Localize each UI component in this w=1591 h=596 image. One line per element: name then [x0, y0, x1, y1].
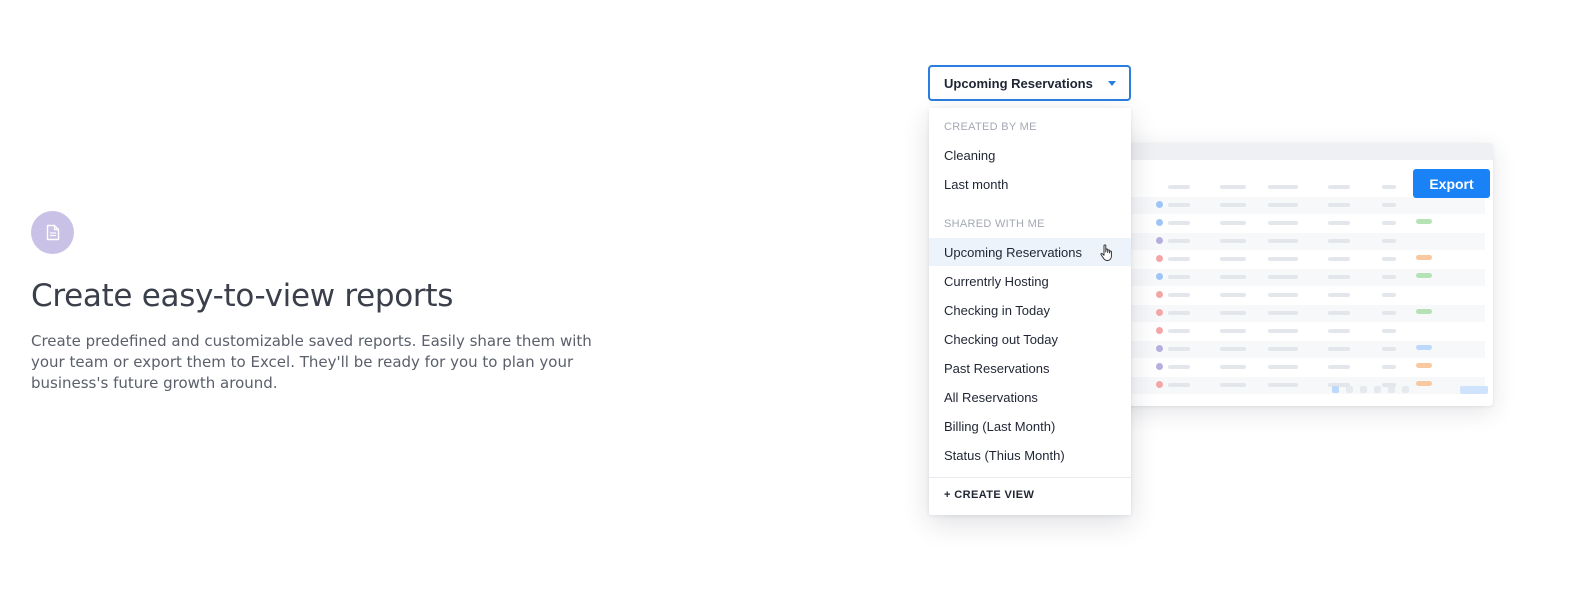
- group-heading-shared-with-me: SHARED WITH ME: [944, 218, 1045, 230]
- caret-down-icon: [1108, 81, 1116, 86]
- view-select[interactable]: Upcoming Reservations: [928, 65, 1131, 101]
- menu-item-last-month[interactable]: Last month: [929, 170, 1131, 198]
- menu-item-checking-in-today[interactable]: Checking in Today: [929, 296, 1131, 324]
- hand-pointer-icon: [1100, 244, 1112, 261]
- view-dropdown-menu: CREATED BY ME Cleaning Last month SHARED…: [929, 108, 1131, 515]
- report-row: [1110, 287, 1485, 304]
- create-view-button[interactable]: + CREATE VIEW: [944, 489, 1034, 501]
- report-row: [1110, 251, 1485, 268]
- report-row: [1110, 323, 1485, 340]
- view-select-value: Upcoming Reservations: [944, 75, 1093, 91]
- feature-description: Create predefined and customizable saved…: [31, 332, 592, 392]
- report-row: [1110, 341, 1485, 358]
- feature-title: Create easy-to-view reports: [31, 278, 454, 314]
- export-button[interactable]: Export: [1413, 169, 1490, 198]
- report-pagination: [1332, 386, 1492, 394]
- menu-item-cleaning[interactable]: Cleaning: [929, 141, 1131, 169]
- report-row: [1110, 197, 1485, 214]
- report-row: [1110, 359, 1485, 376]
- report-row: [1110, 215, 1485, 232]
- menu-item-past-reservations[interactable]: Past Reservations: [929, 354, 1131, 382]
- menu-item-currently-hosting[interactable]: Currentrly Hosting: [929, 267, 1131, 295]
- menu-divider: [929, 477, 1131, 478]
- menu-item-billing-last-month[interactable]: Billing (Last Month): [929, 412, 1131, 440]
- document-icon: [46, 224, 59, 241]
- menu-item-status-this-month[interactable]: Status (Thius Month): [929, 441, 1131, 469]
- report-row: [1110, 305, 1485, 322]
- report-row: [1110, 233, 1485, 250]
- report-row: [1110, 269, 1485, 286]
- menu-item-checking-out-today[interactable]: Checking out Today: [929, 325, 1131, 353]
- report-topbar: [1102, 143, 1493, 160]
- group-heading-created-by-me: CREATED BY ME: [944, 121, 1037, 133]
- feature-icon-badge: [31, 211, 74, 254]
- menu-item-all-reservations[interactable]: All Reservations: [929, 383, 1131, 411]
